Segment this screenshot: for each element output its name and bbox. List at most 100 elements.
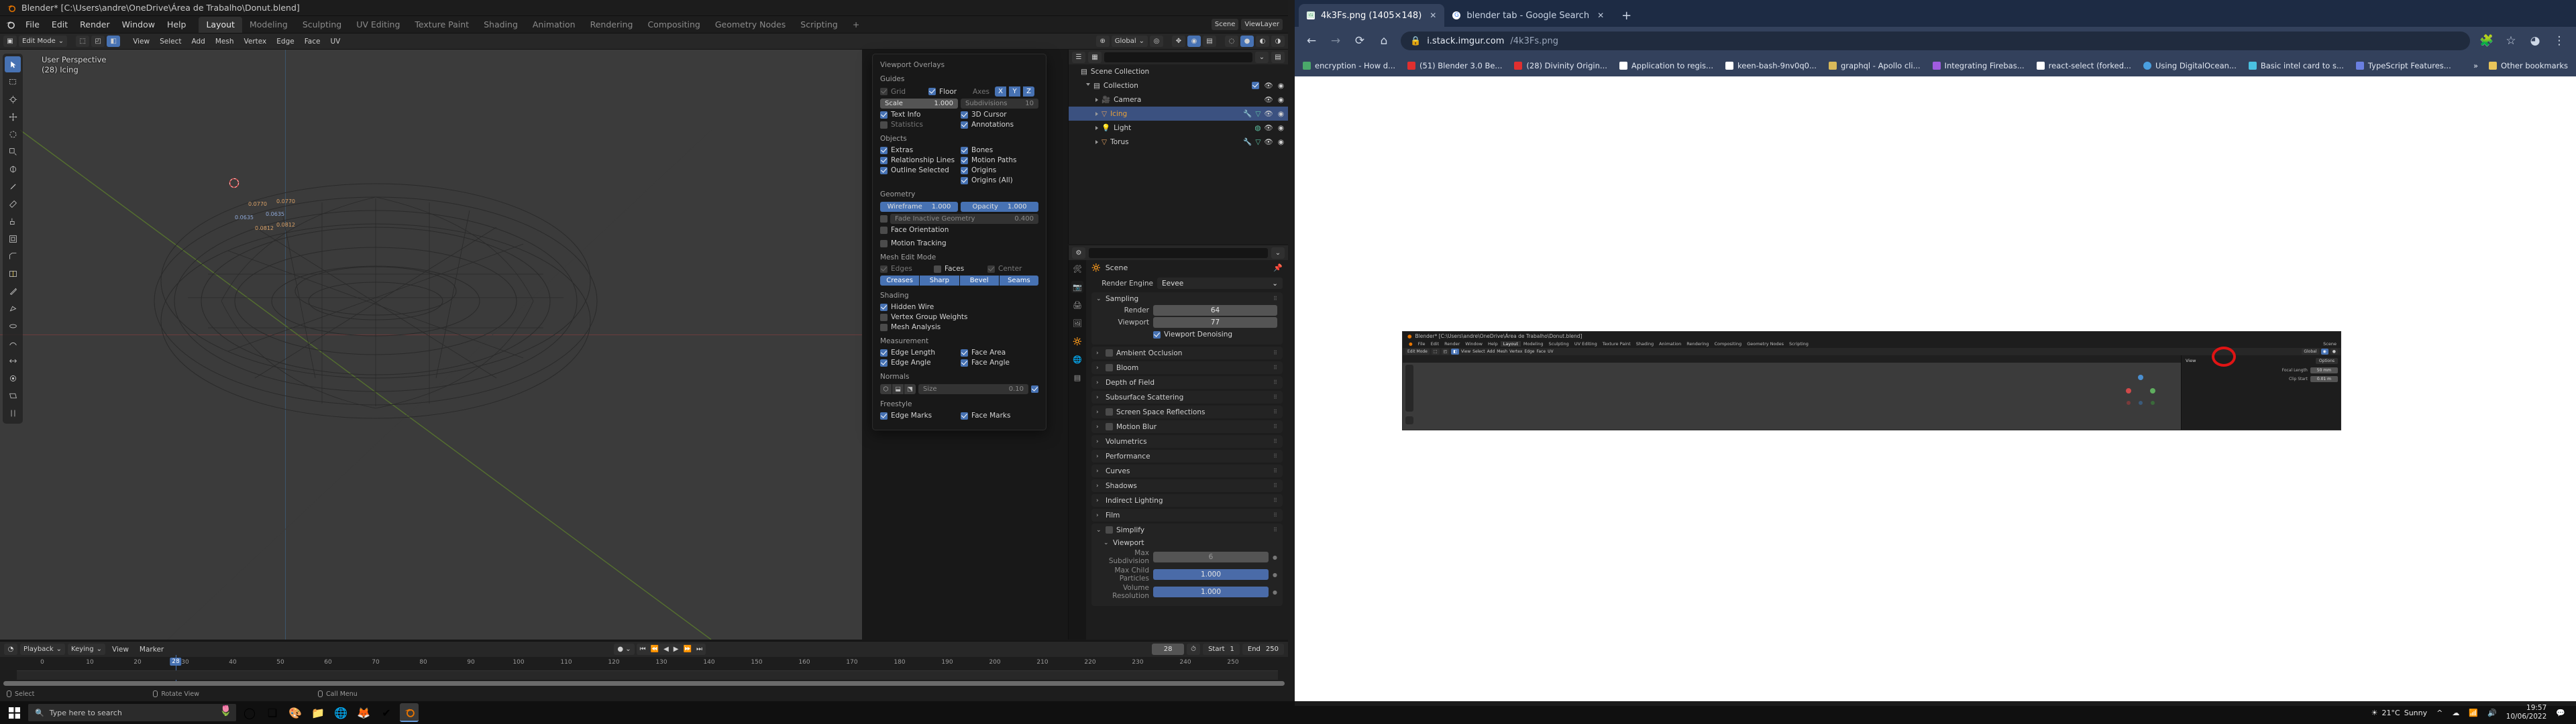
- chevron-right-icon[interactable]: [1095, 125, 1098, 130]
- viewport-menu-select[interactable]: Select: [156, 38, 185, 46]
- checkbox-icon[interactable]: [1106, 423, 1113, 430]
- drag-handle-icon[interactable]: ⠿: [1273, 296, 1278, 302]
- vertex-normals-icon[interactable]: ⬡: [880, 384, 892, 394]
- other-bookmarks-folder[interactable]: Other bookmarks: [2489, 61, 2568, 70]
- timeline-channel-band[interactable]: [17, 670, 1278, 680]
- menu-help[interactable]: Help: [161, 16, 193, 34]
- overlays-edges-toggle[interactable]: Edges: [880, 265, 931, 273]
- drag-handle-icon[interactable]: ⠿: [1273, 527, 1278, 533]
- tab-view-layer[interactable]: 🖼: [1071, 317, 1083, 329]
- overlays-faces-toggle[interactable]: Faces: [934, 265, 985, 273]
- tab-scene[interactable]: 🔆: [1071, 335, 1083, 347]
- face-select-mode-icon[interactable]: ◧: [107, 36, 121, 47]
- panel-bloom-header[interactable]: › Bloom ⠿: [1091, 361, 1283, 374]
- workspace-tab-sculpting[interactable]: Sculpting: [295, 17, 349, 33]
- sampling-viewport-field[interactable]: 77: [1153, 317, 1277, 328]
- mesh-data-icon[interactable]: ▽: [1255, 138, 1260, 146]
- pin-icon[interactable]: 📌: [1273, 263, 1283, 272]
- bookmark-6[interactable]: Integrating Firebas...: [1932, 61, 2025, 70]
- chrome-menu-icon[interactable]: ⋮: [2552, 34, 2567, 48]
- tab-render[interactable]: 📷: [1071, 281, 1083, 293]
- drag-handle-icon[interactable]: ⠿: [1273, 438, 1278, 444]
- tool-inset-faces-icon[interactable]: [5, 231, 21, 247]
- viewport-menu-vertex[interactable]: Vertex: [240, 38, 271, 46]
- menu-render[interactable]: Render: [74, 16, 116, 34]
- panel-volumetrics-header[interactable]: › Volumetrics ⠿: [1091, 435, 1283, 448]
- chrome-tab-1[interactable]: G blender tab - Google Search ✕: [1444, 4, 1612, 27]
- overlays-bevel-button[interactable]: Bevel: [959, 276, 999, 286]
- volume-icon[interactable]: 🔊: [2487, 709, 2497, 717]
- drag-handle-icon[interactable]: ⠿: [1273, 497, 1278, 503]
- xray-toggle-icon[interactable]: ▤: [1203, 36, 1216, 47]
- tab-output[interactable]: 🖨: [1071, 299, 1083, 311]
- outliner-filter-icon[interactable]: ⌄: [1255, 51, 1269, 63]
- proportional-edit-icon[interactable]: ◎: [1150, 36, 1163, 47]
- tool-shrink-fatten-icon[interactable]: [5, 370, 21, 386]
- viewport-denoising-toggle[interactable]: Viewport Denoising: [1153, 330, 1277, 339]
- outliner-row-scene-collection[interactable]: ▤ Scene Collection: [1069, 64, 1288, 78]
- mode-selector[interactable]: Edit Mode ⌄: [19, 36, 68, 47]
- bookmark-star-icon[interactable]: ☆: [2504, 34, 2518, 48]
- 3d-viewport[interactable]: User Perspective (28) Icing 0.0770 0.077…: [0, 50, 862, 640]
- overlays-motion-tracking-toggle[interactable]: Motion Tracking: [880, 239, 1038, 247]
- checkbox-icon[interactable]: [1252, 82, 1260, 89]
- stopwatch-icon[interactable]: ⏱: [1187, 644, 1201, 655]
- overlays-origins-toggle[interactable]: Origins: [961, 166, 1038, 174]
- back-button[interactable]: ←: [1304, 34, 1319, 48]
- overlays-statistics-toggle[interactable]: Statistics: [880, 121, 958, 129]
- modifier-wrench-icon[interactable]: 🔧: [1243, 137, 1252, 146]
- tool-extrude-icon[interactable]: [5, 213, 21, 229]
- tab-world[interactable]: 🌐: [1071, 353, 1083, 365]
- split-normals-icon[interactable]: ⬓: [892, 384, 904, 394]
- tool-smooth-icon[interactable]: [5, 335, 21, 351]
- bookmark-5[interactable]: graphql - Apollo cli...: [1828, 61, 1921, 70]
- chevron-right-icon[interactable]: [1095, 111, 1098, 116]
- volume-resolution-field[interactable]: 1.000: [1153, 587, 1269, 597]
- outliner-search-input[interactable]: [1104, 52, 1252, 62]
- render-engine-select[interactable]: Eevee ⌄: [1157, 278, 1283, 289]
- workspace-tab-uv-editing[interactable]: UV Editing: [349, 17, 407, 33]
- scene-selector[interactable]: Scene: [1211, 19, 1239, 30]
- viewport-menu-face[interactable]: Face: [301, 38, 325, 46]
- drag-handle-icon[interactable]: ⠿: [1273, 453, 1278, 459]
- home-button[interactable]: ⌂: [1377, 34, 1391, 48]
- chevron-down-icon[interactable]: [1086, 83, 1090, 88]
- overlays-grid-toggle[interactable]: Grid: [880, 88, 926, 96]
- mesh-data-icon[interactable]: ▽: [1255, 110, 1260, 118]
- checkbox-icon[interactable]: [880, 215, 888, 223]
- chevron-right-icon[interactable]: [1095, 139, 1098, 144]
- shading-wireframe-icon[interactable]: ◌: [1225, 36, 1238, 47]
- app-todo-icon[interactable]: ✔: [377, 703, 396, 722]
- checkbox-icon[interactable]: [1106, 526, 1113, 534]
- camera-render-icon[interactable]: ◉: [1278, 110, 1284, 118]
- shading-rendered-icon[interactable]: ◑: [1271, 36, 1285, 47]
- new-tab-button[interactable]: +: [1612, 9, 1641, 27]
- overlays-edge-marks-toggle[interactable]: Edge Marks: [880, 412, 958, 420]
- eye-icon[interactable]: 👁: [1264, 95, 1273, 104]
- overlays-sharp-button[interactable]: Sharp: [920, 276, 959, 286]
- viewport-menu-mesh[interactable]: Mesh: [211, 38, 238, 46]
- overlays-fade-inactive-field[interactable]: Fade Inactive Geometry 0.400: [890, 214, 1038, 224]
- overlays-motion-paths-toggle[interactable]: Motion Paths: [961, 156, 1038, 164]
- workspace-tab-add[interactable]: +: [845, 17, 867, 33]
- panel-depth-of-field-header[interactable]: › Depth of Field ⠿: [1091, 376, 1283, 389]
- blender-menu-logo-icon[interactable]: [5, 19, 15, 29]
- bookmark-7[interactable]: react-select (forked...: [2036, 61, 2131, 70]
- drag-handle-icon[interactable]: ⠿: [1273, 365, 1278, 371]
- overlays-origins-all-toggle[interactable]: Origins (All): [961, 176, 1038, 184]
- max-child-particles-field[interactable]: 1.000: [1153, 569, 1269, 580]
- workspace-tab-rendering[interactable]: Rendering: [583, 17, 641, 33]
- tool-rotate-icon[interactable]: [5, 126, 21, 142]
- overlays-relationship-lines-toggle[interactable]: Relationship Lines: [880, 156, 958, 164]
- outliner-display-mode-icon[interactable]: ▦: [1088, 51, 1102, 63]
- workspace-tab-geometry-nodes[interactable]: Geometry Nodes: [708, 17, 793, 33]
- tool-edge-slide-icon[interactable]: [5, 353, 21, 369]
- viewport-menu-view[interactable]: View: [129, 38, 154, 46]
- outliner-row-icing[interactable]: ▽ Icing 🔧 ▽ 👁 ◉: [1069, 107, 1288, 121]
- eye-icon[interactable]: 👁: [1264, 137, 1273, 146]
- overlays-seams-button[interactable]: Seams: [999, 276, 1038, 286]
- panel-depth-of-field[interactable]: › Depth of Field ⠿: [1091, 376, 1283, 389]
- tab-collection[interactable]: ▤: [1071, 371, 1083, 383]
- outliner-editor-type-icon[interactable]: ☰: [1072, 51, 1085, 63]
- panel-ambient-occlusion-header[interactable]: › Ambient Occlusion ⠿: [1091, 347, 1283, 359]
